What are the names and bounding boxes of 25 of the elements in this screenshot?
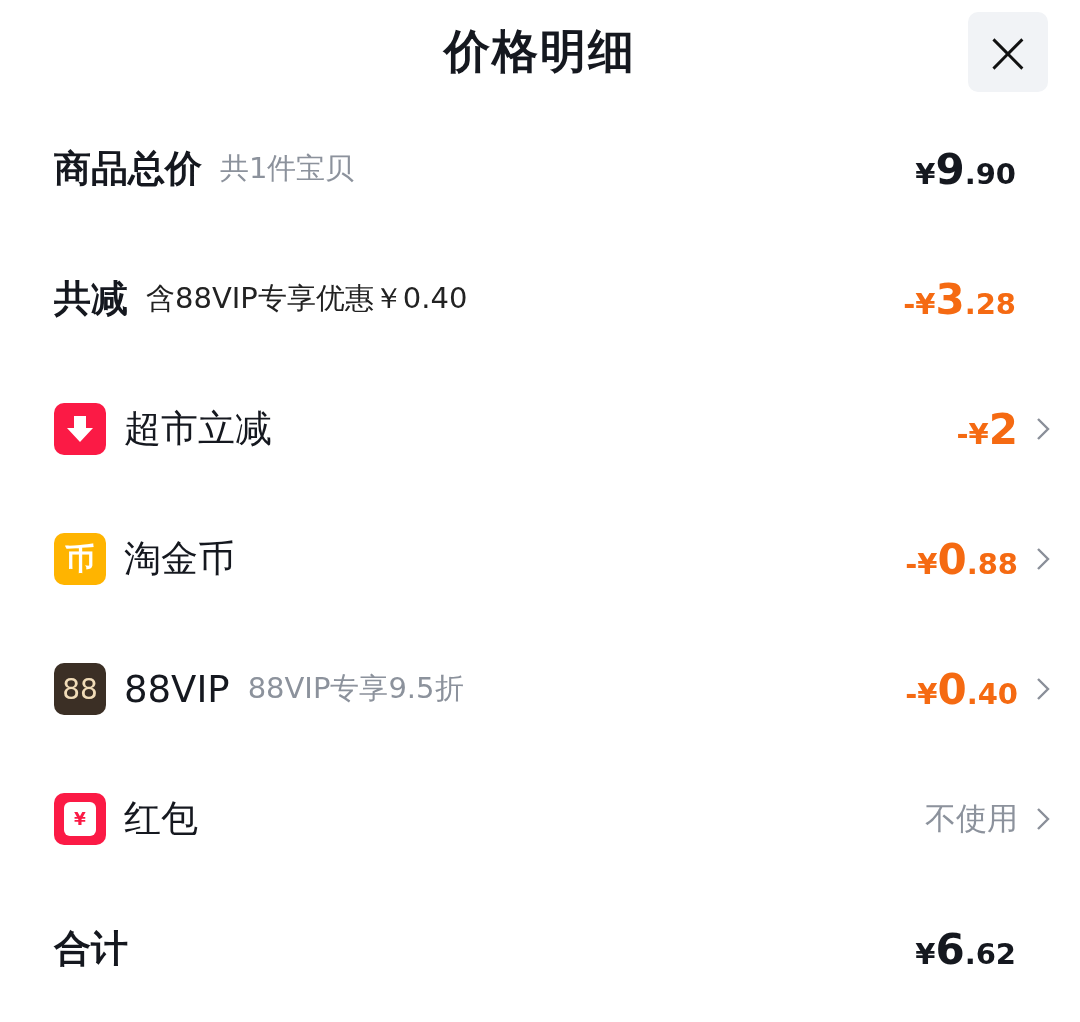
price: -¥2 (956, 404, 1018, 454)
price: ¥6.62 (915, 924, 1016, 974)
note: 含88VIP专享优惠￥0.40 (146, 280, 468, 317)
label: 红包 (124, 796, 198, 842)
label: 共减 (54, 276, 128, 322)
label: 淘金币 (124, 536, 235, 582)
vip-icon: 88 (54, 663, 106, 715)
envelope-icon: ¥ (54, 793, 106, 845)
label: 商品总价 (54, 146, 202, 192)
price: -¥0.88 (905, 534, 1018, 584)
chevron-icon[interactable] (1036, 807, 1050, 831)
title: 价格明细 (444, 23, 636, 80)
price: -¥0.40 (905, 664, 1018, 714)
note: 88VIP专享9.5折 (247, 670, 464, 707)
label: 合计 (54, 926, 128, 972)
close-button[interactable]: × (968, 12, 1048, 92)
label: 88VIP (124, 667, 230, 711)
chevron-icon[interactable] (1036, 417, 1050, 441)
price: ¥9.90 (915, 144, 1016, 194)
coin-icon: 币 (54, 533, 106, 585)
chevron-icon[interactable] (1036, 677, 1050, 701)
label: 超市立减 (124, 406, 272, 452)
price: -¥3.28 (903, 274, 1016, 324)
note: 共1件宝贝 (220, 150, 355, 187)
chevron-icon[interactable] (1036, 547, 1050, 571)
